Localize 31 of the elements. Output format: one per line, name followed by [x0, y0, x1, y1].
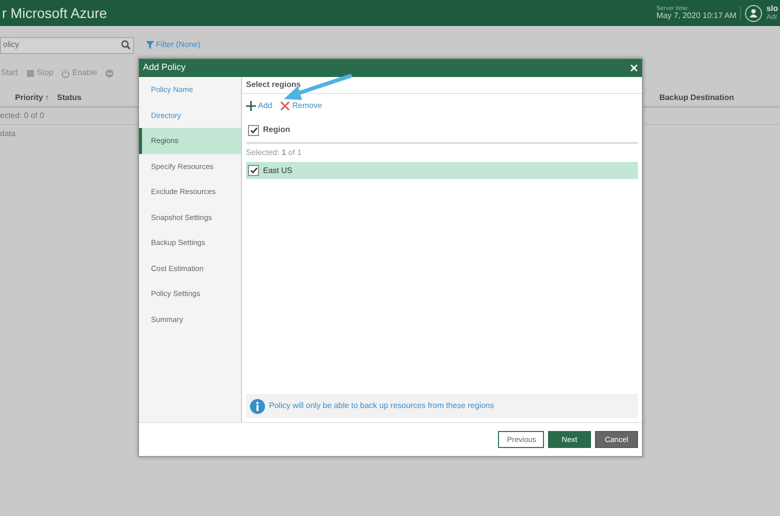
- add-button[interactable]: Add: [246, 100, 272, 112]
- column-header: Region: [263, 124, 290, 136]
- enable-icon: [61, 68, 70, 78]
- section-title: Select regions: [246, 79, 301, 91]
- region-name: East US: [263, 164, 292, 176]
- plus-icon: [246, 101, 256, 111]
- row-checkbox[interactable]: [248, 165, 259, 176]
- search-field[interactable]: olicy: [0, 36, 134, 54]
- filter-icon: [146, 41, 154, 49]
- region-row[interactable]: East US: [246, 162, 638, 179]
- empty-table-message: data: [0, 128, 16, 140]
- info-icon: [250, 398, 265, 414]
- column-header[interactable]: Status: [57, 92, 82, 104]
- selection-count: Selected: 1 of 1: [246, 147, 302, 159]
- server-time: May 7, 2020 10:17 AM: [656, 12, 736, 20]
- dialog-title: Add Policy: [143, 61, 186, 74]
- stop-icon: [26, 68, 35, 78]
- close-icon[interactable]: [630, 64, 638, 72]
- selection-count: ected: 0 of 0: [0, 110, 44, 122]
- cross-icon: [280, 101, 290, 111]
- sort-icon: ↑: [45, 92, 50, 104]
- user-icon[interactable]: [745, 4, 762, 22]
- select-all-checkbox[interactable]: [248, 124, 259, 136]
- search-icon[interactable]: [121, 40, 131, 50]
- column-header[interactable]: Backup Destination: [659, 92, 734, 104]
- info-message: Policy will only be able to back up resources from these regions: [269, 400, 494, 412]
- column-header[interactable]: Priority ↑: [15, 92, 50, 104]
- remove-button[interactable]: Remove: [280, 100, 322, 112]
- user-name: slo: [766, 4, 778, 14]
- app-title: r Microsoft Azure: [2, 4, 108, 22]
- disable-icon: [105, 68, 114, 78]
